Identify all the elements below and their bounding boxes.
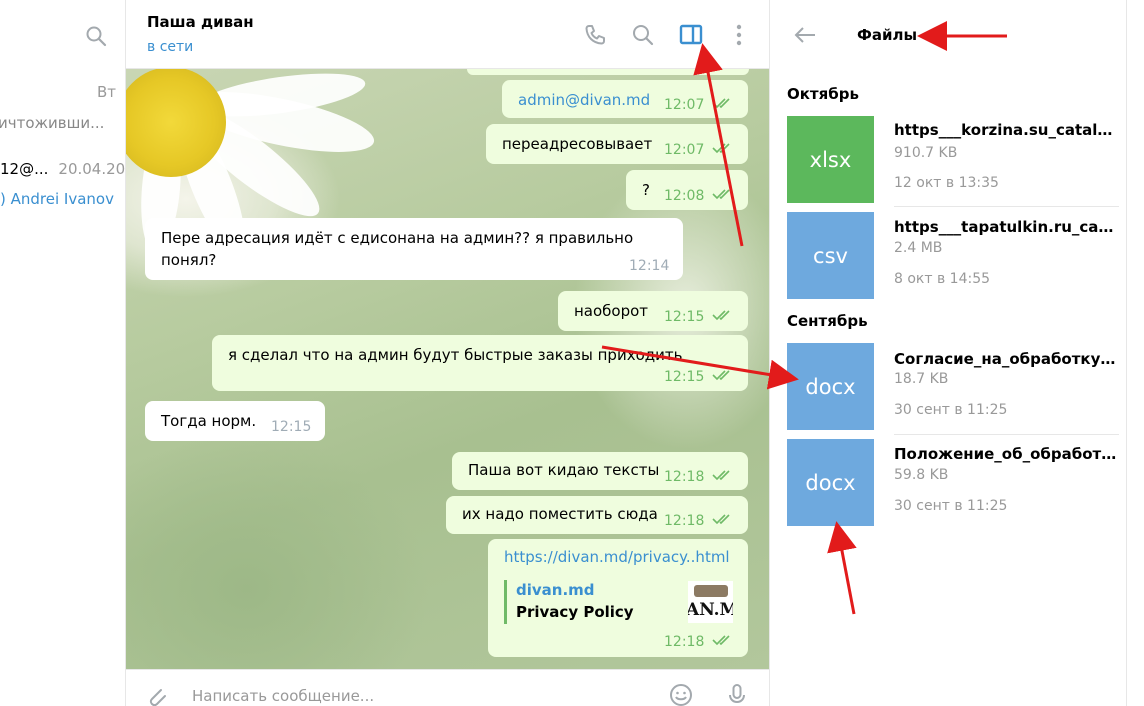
telegram-window: Вт ичтоживши... 12@... 20.04.20 ) Andrei … <box>0 0 1144 706</box>
dialog-sender[interactable]: ) Andrei Ivanov <box>0 190 114 208</box>
message-text: Паша вот кидаю тексты <box>468 461 660 479</box>
message-text: я сделал что на админ будут быстрые зака… <box>228 346 683 364</box>
double-check-icon <box>712 370 730 381</box>
thumb-logo-text: AN.M <box>688 600 733 620</box>
message-text: ? <box>642 181 650 199</box>
link-preview-site[interactable]: divan.md <box>516 579 595 601</box>
file-name[interactable]: Положение_об_обработк... <box>894 445 1119 463</box>
link-preview-bar <box>504 580 507 624</box>
dialog-list: Вт ичтоживши... 12@... 20.04.20 ) Andrei … <box>0 0 126 706</box>
sofa-image <box>694 585 728 597</box>
chat-area: Паша диван в сети admin@divan.md 12:07 п… <box>126 0 769 706</box>
side-panel-icon[interactable] <box>678 22 704 48</box>
double-check-icon <box>712 98 730 109</box>
contact-status: в сети <box>147 39 194 55</box>
message-text: наоборот <box>574 302 649 320</box>
message-time: 12:15 <box>271 419 312 435</box>
file-size: 18.7 KB <box>894 371 949 387</box>
message-bubble[interactable]: Пере адресация идёт с едисонана на админ… <box>145 218 683 280</box>
section-header: Октябрь <box>787 85 859 103</box>
file-name[interactable]: https___tapatulkin.ru_catalo... <box>894 218 1119 236</box>
message-bubble[interactable]: Паша вот кидаю тексты 12:18 <box>452 452 748 490</box>
panel-title: Файлы <box>857 26 918 44</box>
message-composer: Написать сообщение... <box>126 669 769 706</box>
file-size: 59.8 KB <box>894 467 949 483</box>
file-type-thumb[interactable]: docx <box>787 439 874 526</box>
chat-header: Паша диван в сети <box>126 0 769 69</box>
link-preview-thumbnail[interactable]: AN.M <box>688 581 733 623</box>
message-time: 12:18 <box>664 513 705 529</box>
message-text: переадресовывает <box>502 135 653 153</box>
message-bubble[interactable]: переадресовывает 12:07 <box>486 124 748 164</box>
message-input[interactable]: Написать сообщение... <box>192 687 374 705</box>
attach-icon[interactable] <box>143 682 169 706</box>
message-bubble[interactable]: admin@divan.md 12:07 <box>502 80 748 118</box>
contact-name[interactable]: Паша диван <box>147 13 254 31</box>
search-icon[interactable] <box>84 24 108 48</box>
microphone-icon[interactable] <box>724 682 750 706</box>
message-bubble[interactable]: их надо поместить сюда 12:18 <box>446 496 748 534</box>
message-time: 12:08 <box>664 188 705 204</box>
back-arrow-icon[interactable] <box>792 22 818 48</box>
file-date: 12 окт в 13:35 <box>894 175 999 191</box>
section-header: Сентябрь <box>787 312 868 330</box>
message-time: 12:07 <box>664 142 705 158</box>
message-text: Тогда норм. <box>161 412 257 430</box>
emoji-icon[interactable] <box>668 682 694 706</box>
file-name[interactable]: Согласие_на_обработку_п... <box>894 350 1119 368</box>
message-bubble-partial <box>467 69 749 75</box>
message-time: 12:14 <box>629 258 670 274</box>
double-check-icon <box>712 143 730 154</box>
double-check-icon <box>712 189 730 200</box>
message-link[interactable]: https://divan.md/privacy..html <box>504 546 730 568</box>
dialog-title: 12@... <box>0 160 49 178</box>
message-time: 12:18 <box>664 634 705 650</box>
files-panel: Файлы Октябрь xlsx https___korzina.su_ca… <box>769 0 1144 706</box>
message-time: 12:07 <box>664 97 705 113</box>
double-check-icon <box>712 514 730 525</box>
file-size: 910.7 KB <box>894 145 958 161</box>
message-bubble[interactable]: Тогда норм. 12:15 <box>145 401 325 441</box>
dialog-date: Вт <box>97 83 117 101</box>
double-check-icon <box>712 635 730 646</box>
divider <box>894 434 1119 435</box>
double-check-icon <box>712 310 730 321</box>
double-check-icon <box>712 470 730 481</box>
file-date: 30 сент в 11:25 <box>894 498 1008 514</box>
message-bubble-link[interactable]: https://divan.md/privacy..html divan.md … <box>488 539 748 657</box>
message-time: 12:15 <box>664 309 705 325</box>
divider <box>894 206 1119 207</box>
file-date: 30 сент в 11:25 <box>894 402 1008 418</box>
message-time: 12:18 <box>664 469 705 485</box>
file-type-thumb[interactable]: docx <box>787 343 874 430</box>
message-text: понял? <box>161 251 217 269</box>
message-text: Пере адресация идёт с едисонана на админ… <box>161 229 634 247</box>
message-bubble[interactable]: наоборот 12:15 <box>558 291 748 331</box>
file-date: 8 окт в 14:55 <box>894 271 991 287</box>
message-text: их надо поместить сюда <box>462 505 658 523</box>
file-name[interactable]: https___korzina.su_catalog_... <box>894 121 1119 139</box>
message-time: 12:15 <box>664 369 705 385</box>
message-text[interactable]: admin@divan.md <box>518 89 650 111</box>
dialog-item[interactable]: 12@... 20.04.20 <box>0 160 125 178</box>
more-menu-icon[interactable] <box>726 22 752 48</box>
message-bubble[interactable]: я сделал что на админ будут быстрые зака… <box>212 335 748 391</box>
file-type-thumb[interactable]: csv <box>787 212 874 299</box>
phone-icon[interactable] <box>582 22 608 48</box>
dialog-date: 20.04.20 <box>58 160 126 178</box>
window-edge <box>1126 0 1127 706</box>
search-icon[interactable] <box>630 22 656 48</box>
file-size: 2.4 MB <box>894 240 943 256</box>
message-bubble[interactable]: ? 12:08 <box>626 170 748 210</box>
chat-background: admin@divan.md 12:07 переадресовывает 12… <box>126 69 769 669</box>
file-type-thumb[interactable]: xlsx <box>787 116 874 203</box>
link-preview-title[interactable]: Privacy Policy <box>516 601 634 623</box>
dialog-preview[interactable]: ичтоживши... <box>0 114 104 132</box>
